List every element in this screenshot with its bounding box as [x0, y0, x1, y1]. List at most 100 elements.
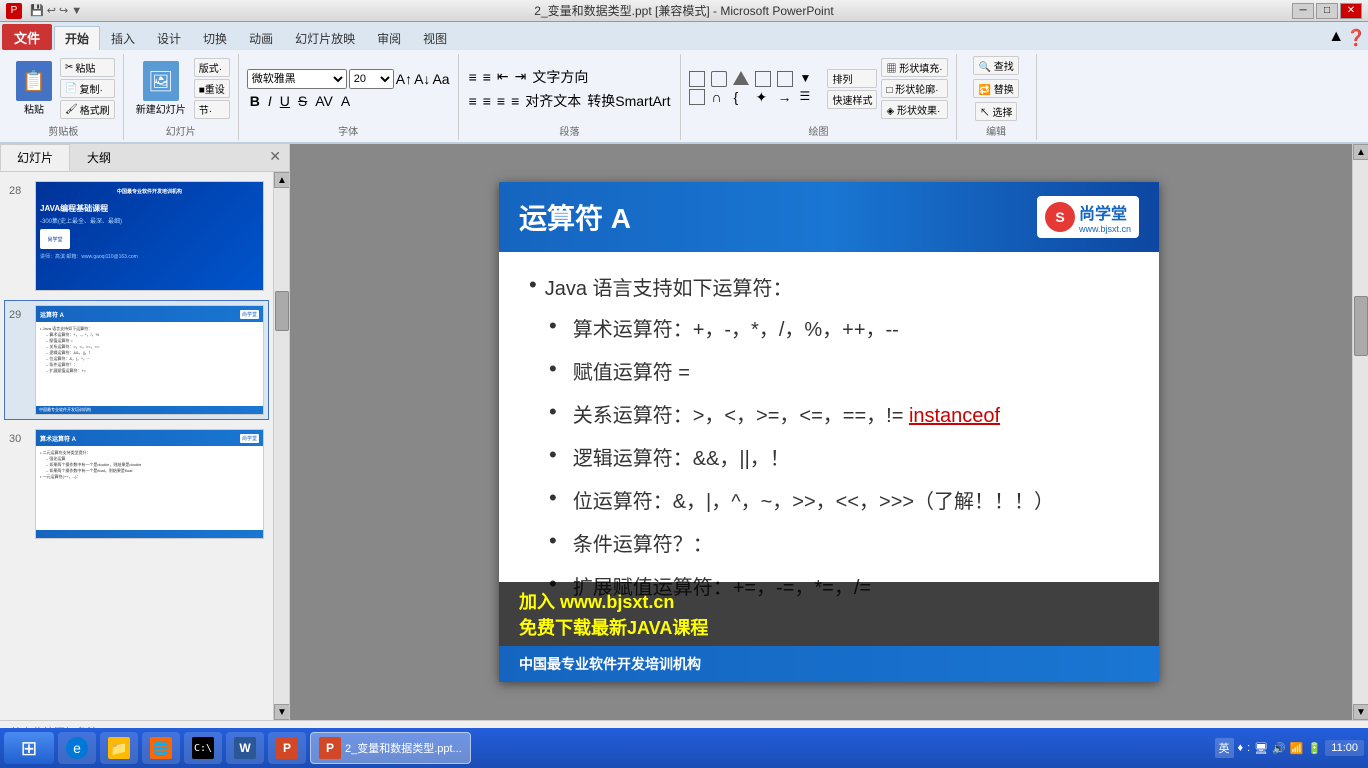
font-shrink-btn[interactable]: A↓ [414, 71, 430, 87]
font-color-btn[interactable]: A [338, 93, 353, 109]
slideshow-tab[interactable]: 幻灯片放映 [284, 26, 366, 50]
taskbar-cmd[interactable]: C:\ [184, 732, 222, 764]
underline-btn[interactable]: U [277, 93, 293, 109]
shape-para[interactable] [777, 71, 793, 87]
italic-btn[interactable]: I [265, 93, 275, 109]
align-left-btn[interactable]: ≡ [467, 93, 479, 109]
canvas-scroll-thumb[interactable] [1354, 296, 1368, 356]
maximize-btn[interactable]: □ [1316, 3, 1338, 19]
transitions-tab[interactable]: 切换 [192, 26, 238, 50]
shape-fill-btn[interactable]: ▦ 形状填充· [881, 58, 947, 77]
logo-main-text: 尚学堂 [1079, 200, 1131, 224]
animations-tab[interactable]: 动画 [238, 26, 284, 50]
quick-styles-btn[interactable]: 快速样式 [827, 90, 877, 109]
minimize-btn[interactable]: ─ [1292, 3, 1314, 19]
file-tab[interactable]: 文件 [2, 24, 52, 50]
insert-tab[interactable]: 插入 [100, 26, 146, 50]
font-family-select[interactable]: 微软雅黑 [247, 69, 347, 89]
copy-btn[interactable]: 📄复制· [60, 79, 115, 98]
strikethrough-btn[interactable]: S [295, 93, 310, 109]
slides-tab[interactable]: 幻灯片 [0, 144, 70, 171]
ie-icon: e [66, 737, 88, 759]
tray-monitor[interactable]: 🖥 [1254, 742, 1268, 755]
canvas-vscroll[interactable]: ▲ ▼ [1352, 144, 1368, 720]
slide-thumb-30[interactable]: 30 算术运算符 A 尚学堂 • 二元运算符支持类型提升： – 强化运算 – 如… [4, 424, 269, 544]
taskbar-ie[interactable]: e [58, 732, 96, 764]
arrange-btn[interactable]: 排列 [827, 69, 877, 88]
paste-btn[interactable]: 📋 粘贴 [12, 59, 56, 118]
smartart-btn[interactable]: 转换SmartArt [585, 91, 672, 111]
tray-battery[interactable]: 🔋 [1308, 742, 1322, 755]
window-controls[interactable]: ─ □ ✕ [1292, 3, 1362, 19]
list-bullet-btn[interactable]: ≡ [467, 69, 479, 85]
new-slide-btn[interactable]: 🖼 新建幻灯片 [132, 59, 190, 118]
justify-btn[interactable]: ≡ [509, 93, 521, 109]
section-btn[interactable]: 节· [194, 100, 230, 119]
taskbar-ppt-active[interactable]: P 2_变量和数据类型.ppt... [310, 732, 471, 764]
ribbon-collapse[interactable]: ▲ [1328, 28, 1344, 48]
shape-arrow[interactable]: → [777, 89, 797, 106]
shape-triangle[interactable] [733, 71, 749, 85]
cmd-icon: C:\ [192, 737, 214, 759]
taskbar-ppt[interactable]: P [268, 732, 306, 764]
slide-thumb-28[interactable]: 28 中国最专业软件开发培训机构 JAVA编程基础课程 -300集(史上最全、最… [4, 176, 269, 296]
font-size-select[interactable]: 20 [349, 69, 394, 89]
shape-rect[interactable] [689, 71, 705, 87]
taskbar-ie2[interactable]: 🌐 [142, 732, 180, 764]
close-btn[interactable]: ✕ [1340, 3, 1362, 19]
align-right-btn[interactable]: ≡ [495, 93, 507, 109]
panel-scroll-down[interactable]: ▼ [274, 704, 289, 720]
font-row2: B I U S AV A [247, 93, 353, 109]
help-btn[interactable]: ❓ [1346, 28, 1366, 48]
drawing-label: 绘图 [809, 121, 829, 138]
align-center-btn[interactable]: ≡ [481, 93, 493, 109]
shape-star[interactable]: ✦ [755, 89, 775, 106]
bold-btn[interactable]: B [247, 93, 263, 109]
home-tab[interactable]: 开始 [54, 26, 100, 50]
ime-indicator[interactable]: 英 [1215, 738, 1234, 758]
shape-flow[interactable]: { [733, 89, 753, 106]
shape-sq[interactable] [755, 71, 771, 87]
find-btn[interactable]: 🔍 查找 [973, 56, 1018, 75]
shape-effects-btn[interactable]: ◈ 形状效果· [881, 100, 947, 119]
reset-btn[interactable]: ■重设 [194, 79, 230, 98]
canvas-scroll-up[interactable]: ▲ [1353, 144, 1368, 160]
tray-volume[interactable]: 🔊 [1272, 742, 1286, 755]
shape-arc[interactable]: ∩ [711, 89, 731, 106]
tray-network[interactable]: 📶 [1290, 742, 1304, 755]
format-painter-btn[interactable]: 🖌格式刷 [60, 100, 115, 119]
list-num-btn[interactable]: ≡ [481, 69, 493, 85]
shape-round[interactable] [711, 71, 727, 87]
panel-scrollbar[interactable]: ▲ ▼ [273, 172, 289, 720]
slide-sub-item-2: 赋值运算符 = [549, 354, 1129, 387]
view-tab[interactable]: 视图 [412, 26, 458, 50]
panel-scroll-up[interactable]: ▲ [274, 172, 289, 188]
taskbar-word[interactable]: W [226, 732, 264, 764]
char-spacing-btn[interactable]: AV [312, 93, 336, 109]
shape-more[interactable]: ▼ [799, 71, 819, 87]
align-text-btn[interactable]: 对齐文本 [523, 91, 583, 111]
font-grow-btn[interactable]: A↑ [396, 71, 412, 87]
taskbar-explorer[interactable]: 📁 [100, 732, 138, 764]
increase-indent-btn[interactable]: ⇥ [513, 68, 529, 85]
slide-canvas[interactable]: 运算符 A S 尚学堂 www.bjsxt.cn Java 语言支持如下运算符： [499, 182, 1159, 682]
shape-outline-btn[interactable]: □ 形状轮廓· [881, 79, 947, 98]
review-tab[interactable]: 审阅 [366, 26, 412, 50]
text-direction-btn[interactable]: 文字方向 [530, 67, 590, 87]
panel-close-btn[interactable]: ✕ [261, 144, 289, 171]
shape-misc[interactable]: ☰ [799, 89, 819, 106]
canvas-scroll-down[interactable]: ▼ [1353, 704, 1368, 720]
replace-btn[interactable]: 🔁 替换 [973, 79, 1018, 98]
panel-scroll-thumb[interactable] [275, 291, 289, 331]
start-btn[interactable]: ⊞ [4, 732, 54, 764]
select-btn[interactable]: ↖ 选择 [975, 102, 1018, 121]
layout-btn[interactable]: 版式· [194, 58, 230, 77]
outline-tab[interactable]: 大纲 [70, 144, 128, 171]
design-tab[interactable]: 设计 [146, 26, 192, 50]
shape-line[interactable] [689, 89, 705, 105]
slide-sub-text-4: 逻辑运算符：&&，||，！ [573, 442, 790, 471]
decrease-indent-btn[interactable]: ⇤ [495, 68, 511, 85]
clear-format-btn[interactable]: Aa [432, 71, 449, 87]
slide-thumb-29[interactable]: 29 运算符 A 尚学堂 • Java 语言支持如下运算符： – 算术运算符：+… [4, 300, 269, 420]
cut-btn[interactable]: ✂粘贴 [60, 58, 115, 77]
